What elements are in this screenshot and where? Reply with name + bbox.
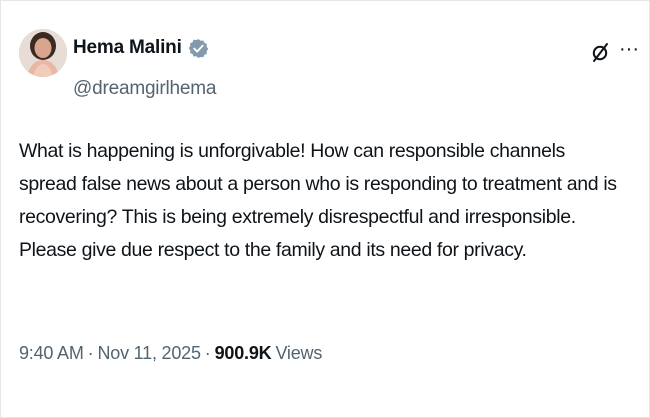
views-count: 900.9K [214,343,272,363]
grok-icon[interactable] [591,41,611,63]
verified-badge-icon [188,38,209,59]
author-display-name[interactable]: Hema Malini [73,37,182,59]
more-options-button[interactable]: ··· [619,39,639,59]
tweet-meta: 9:40 AM · Nov 11, 2025 · 900.9K Views [19,343,322,364]
tweet-card: Hema Malini @dreamgirlhema ··· What is h… [0,0,650,418]
author-handle[interactable]: @dreamgirlhema [73,78,216,100]
tweet-text: What is happening is unforgivable! How c… [19,140,617,261]
tweet-time[interactable]: 9:40 AM [19,343,84,364]
author-name-row: Hema Malini [73,37,209,59]
avatar[interactable] [19,29,67,77]
meta-separator: · [87,343,94,363]
meta-separator: · [204,343,211,363]
tweet-date[interactable]: Nov 11, 2025 [97,343,201,364]
avatar-image [19,29,67,77]
views-label: Views [275,343,323,363]
